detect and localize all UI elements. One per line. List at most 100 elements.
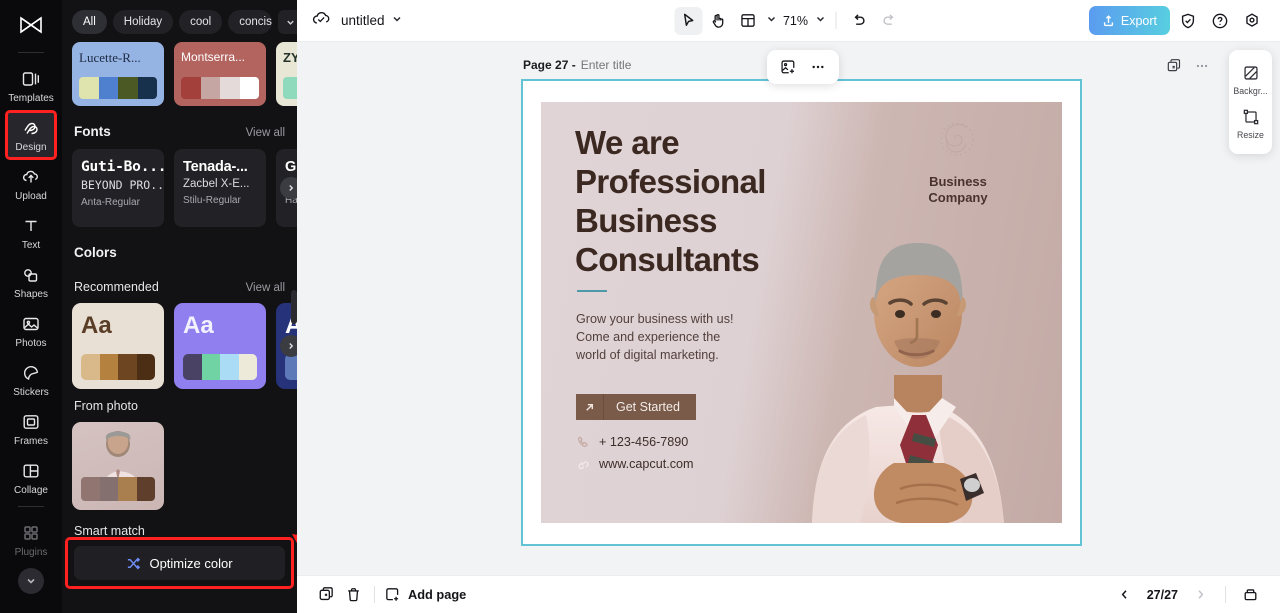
select-tool-button[interactable] bbox=[673, 6, 702, 35]
filter-chip-row: All Holiday cool concise bbox=[62, 0, 297, 42]
zoom-dropdown-button[interactable] bbox=[814, 12, 826, 30]
sidebar-item-text[interactable]: Text bbox=[5, 208, 57, 257]
more-horizontal-icon bbox=[812, 65, 824, 69]
zoom-level[interactable]: 71% bbox=[779, 14, 812, 28]
prev-page-button[interactable] bbox=[1111, 581, 1138, 608]
next-page-button[interactable] bbox=[1187, 581, 1214, 608]
filter-chip-concise[interactable]: concise bbox=[228, 10, 273, 34]
font-sample-2: BEYOND PRO... bbox=[81, 178, 164, 192]
get-started-button[interactable]: Get Started bbox=[576, 394, 696, 420]
from-photo-label: From photo bbox=[74, 399, 138, 413]
filter-more-button[interactable] bbox=[278, 10, 297, 34]
duplicate-page-button[interactable] bbox=[1166, 58, 1182, 79]
resize-label: Resize bbox=[1237, 130, 1264, 140]
sidebar-item-photos[interactable]: Photos bbox=[5, 306, 57, 355]
businessman-photo[interactable] bbox=[790, 193, 1060, 523]
palette-swatches bbox=[285, 354, 297, 380]
color-palette-card[interactable]: Aa bbox=[174, 303, 266, 389]
colors-view-all-link[interactable]: View all bbox=[246, 282, 285, 294]
capcut-logo-icon[interactable] bbox=[14, 8, 48, 42]
arrow-up-right-icon bbox=[576, 394, 604, 420]
canvas-area[interactable]: Page 27 - Enter title We are Professiona… bbox=[297, 42, 1280, 575]
sidebar-label: Stickers bbox=[13, 387, 49, 398]
cursor-icon bbox=[683, 13, 694, 26]
color-palette-card[interactable]: Aa bbox=[72, 303, 164, 389]
redo-button[interactable] bbox=[875, 7, 903, 35]
document-dropdown-button[interactable] bbox=[391, 12, 403, 30]
layout-tool-button[interactable] bbox=[734, 7, 762, 35]
bottom-toolbar: Add page 27/27 bbox=[297, 575, 1280, 613]
shuffle-icon bbox=[128, 557, 141, 569]
sidebar-item-upload[interactable]: Upload bbox=[5, 159, 57, 208]
from-photo-swatches bbox=[81, 477, 155, 501]
page-more-button[interactable] bbox=[1194, 58, 1210, 79]
more-options-button[interactable] bbox=[805, 54, 831, 80]
website-text: www.capcut.com bbox=[599, 457, 694, 471]
sidebar-item-plugins[interactable]: Plugins bbox=[5, 515, 57, 564]
background-label: Backgr... bbox=[1233, 86, 1268, 96]
add-page-button[interactable]: Add page bbox=[384, 586, 466, 603]
sidebar-item-templates[interactable]: Templates bbox=[5, 61, 57, 110]
contact-block[interactable]: + 123-456-7890 www.capcut.com bbox=[576, 435, 693, 479]
layout-dropdown-button[interactable] bbox=[765, 12, 777, 30]
template-card[interactable]: Lucette-R... bbox=[72, 42, 164, 106]
colors-title: Colors bbox=[74, 245, 117, 260]
shapes-icon bbox=[20, 264, 42, 286]
rail-divider-bottom bbox=[18, 506, 44, 507]
sidebar-item-shapes[interactable]: Shapes bbox=[5, 257, 57, 306]
hand-icon bbox=[712, 13, 724, 28]
from-photo-card[interactable] bbox=[72, 422, 164, 510]
recommended-subheader: Recommended View all bbox=[62, 270, 297, 303]
document-title[interactable]: untitled bbox=[341, 13, 385, 28]
background-button[interactable]: Backgr... bbox=[1229, 58, 1272, 102]
delete-page-button[interactable] bbox=[340, 581, 367, 608]
sidebar-label: Templates bbox=[8, 93, 54, 104]
duplicate-page-button[interactable] bbox=[313, 581, 340, 608]
poster-subcopy[interactable]: Grow your business with us! Come and exp… bbox=[576, 310, 733, 364]
colors-next-button[interactable] bbox=[280, 335, 297, 357]
design-canvas-frame[interactable]: We are Professional Business Consultants… bbox=[521, 79, 1082, 546]
filter-chip-cool[interactable]: cool bbox=[179, 10, 223, 34]
expand-rail-button[interactable] bbox=[18, 568, 44, 594]
redo-icon bbox=[883, 14, 894, 25]
help-button[interactable] bbox=[1206, 7, 1234, 35]
shield-button[interactable] bbox=[1174, 7, 1202, 35]
replace-image-button[interactable] bbox=[775, 54, 801, 80]
font-sample-1: Tenada-... bbox=[183, 159, 248, 175]
palette-sample-text: Aa bbox=[81, 312, 112, 339]
plugins-icon bbox=[20, 522, 42, 544]
template-card[interactable]: Montserra... bbox=[174, 42, 266, 106]
cloud-saved-icon[interactable] bbox=[311, 8, 331, 33]
page-title-input[interactable] bbox=[580, 58, 681, 72]
sidebar-item-frames[interactable]: Frames bbox=[5, 404, 57, 453]
poster-artwork[interactable]: We are Professional Business Consultants… bbox=[541, 102, 1062, 523]
template-card[interactable]: ZY bbox=[276, 42, 297, 106]
image-add-icon bbox=[781, 60, 795, 74]
filter-chip-all[interactable]: All bbox=[72, 10, 107, 34]
fonts-next-button[interactable] bbox=[280, 177, 297, 199]
font-sample-1: Gl bbox=[285, 159, 297, 175]
font-card[interactable]: Tenada-... Zacbel X-E... Stilu-Regular bbox=[174, 149, 266, 227]
font-card[interactable]: Guti-Bo... BEYOND PRO... Anta-Regular bbox=[72, 149, 164, 227]
panel-resize-handle[interactable] bbox=[291, 290, 297, 324]
export-button[interactable]: Export bbox=[1088, 6, 1170, 35]
resize-button[interactable]: Resize bbox=[1229, 102, 1272, 146]
sidebar-item-collage[interactable]: Collage bbox=[5, 453, 57, 502]
smart-match-label: Smart match bbox=[74, 524, 145, 538]
hand-tool-button[interactable] bbox=[704, 7, 732, 35]
headline-line: Business bbox=[575, 202, 718, 239]
filter-chip-holiday[interactable]: Holiday bbox=[112, 10, 174, 34]
sidebar-item-design[interactable]: Design bbox=[5, 110, 57, 159]
poster-headline[interactable]: We are Professional Business Consultants bbox=[575, 123, 766, 279]
headline-line: Professional bbox=[575, 163, 766, 200]
toolbar-divider bbox=[835, 12, 837, 29]
page-grid-button[interactable] bbox=[1237, 581, 1264, 608]
settings-button[interactable] bbox=[1238, 7, 1266, 35]
fonts-view-all-link[interactable]: View all bbox=[246, 127, 285, 139]
recommended-label: Recommended bbox=[74, 280, 159, 294]
optimize-color-button[interactable]: Optimize color bbox=[74, 546, 285, 580]
undo-button[interactable] bbox=[845, 7, 873, 35]
capcut-editor-window: Templates Design Upload Text Shapes Phot… bbox=[0, 0, 1280, 613]
phone-icon bbox=[577, 436, 588, 447]
sidebar-item-stickers[interactable]: Stickers bbox=[5, 355, 57, 404]
